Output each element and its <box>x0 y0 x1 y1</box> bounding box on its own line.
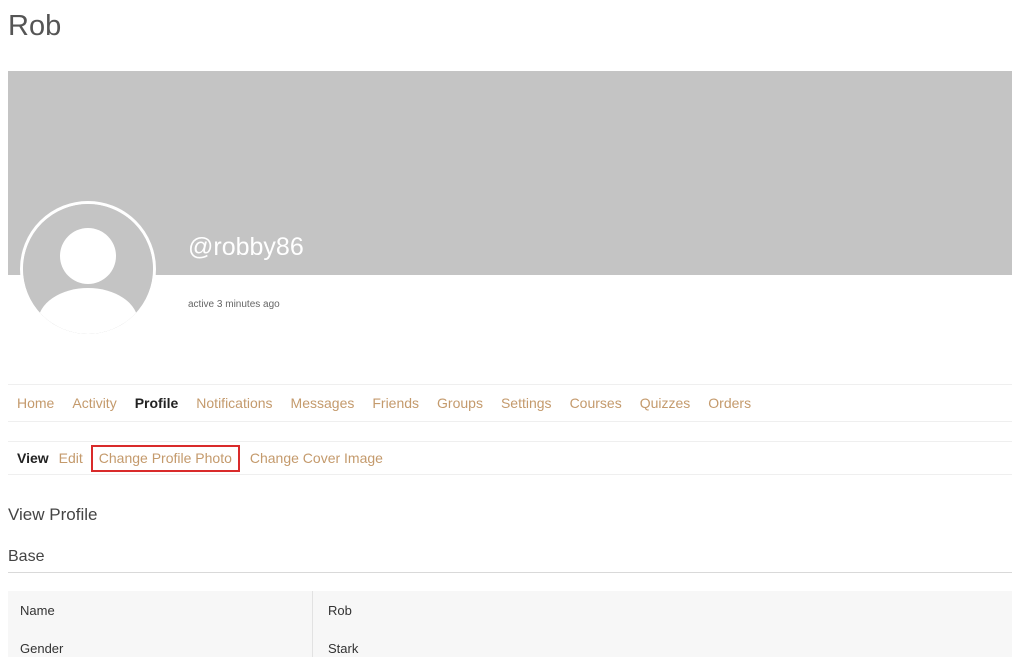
nav-orders[interactable]: Orders <box>708 395 751 411</box>
table-row: Gender Stark <box>8 629 1012 657</box>
profile-fields-table: Name Rob Gender Stark <box>8 591 1012 657</box>
field-label: Name <box>8 591 313 629</box>
nav-quizzes[interactable]: Quizzes <box>640 395 691 411</box>
primary-nav: Home Activity Profile Notifications Mess… <box>8 384 1012 422</box>
nav-settings[interactable]: Settings <box>501 395 552 411</box>
field-value: Rob <box>312 591 1012 629</box>
page-title: Rob <box>8 10 62 42</box>
subnav-change-cover-image[interactable]: Change Cover Image <box>250 450 383 466</box>
subnav-change-profile-photo[interactable]: Change Profile Photo <box>90 444 240 472</box>
table-row: Name Rob <box>8 591 1012 629</box>
nav-notifications[interactable]: Notifications <box>196 395 272 411</box>
nav-profile[interactable]: Profile <box>135 395 179 411</box>
subnav-view[interactable]: View <box>17 450 49 466</box>
profile-subnav: View Edit Change Profile Photo Change Co… <box>8 441 1012 475</box>
profile-page: Rob @robby86 active 3 minutes ago Home A… <box>0 0 1012 657</box>
last-active-status: active 3 minutes ago <box>188 299 280 310</box>
field-label: Gender <box>8 629 313 657</box>
default-user-silhouette-icon <box>23 204 153 334</box>
nav-home[interactable]: Home <box>17 395 54 411</box>
user-handle: @robby86 <box>188 233 304 261</box>
field-value: Stark <box>312 629 1012 657</box>
nav-groups[interactable]: Groups <box>437 395 483 411</box>
nav-activity[interactable]: Activity <box>72 395 116 411</box>
cover-image <box>8 71 1012 275</box>
nav-courses[interactable]: Courses <box>570 395 622 411</box>
nav-messages[interactable]: Messages <box>291 395 355 411</box>
field-group-title: Base <box>8 548 1012 573</box>
avatar[interactable] <box>20 201 156 337</box>
section-title: View Profile <box>8 505 98 524</box>
nav-friends[interactable]: Friends <box>372 395 419 411</box>
subnav-edit[interactable]: Edit <box>59 450 83 466</box>
